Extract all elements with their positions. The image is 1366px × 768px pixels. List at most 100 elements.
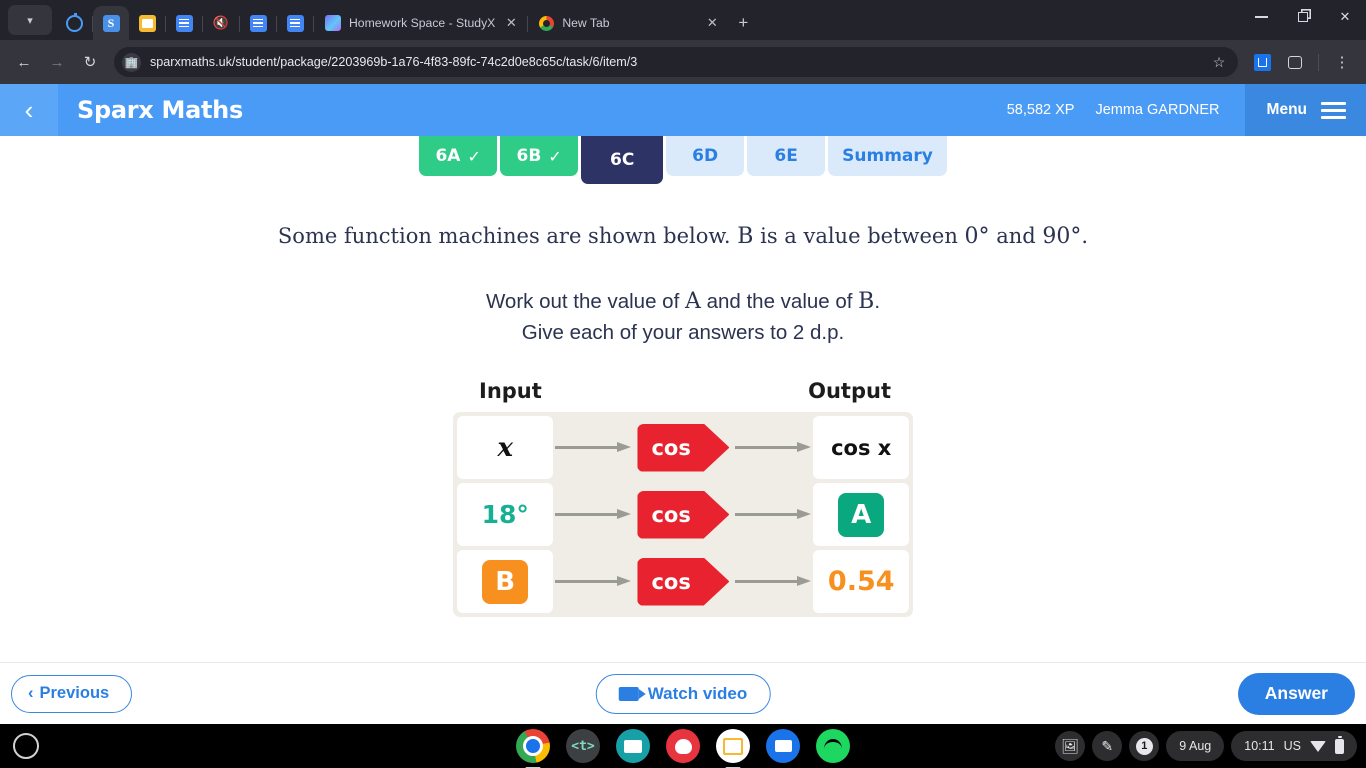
tab-6e[interactable]: 6E [747,136,826,176]
chevron-left-icon: ‹ [28,684,34,702]
previous-button[interactable]: ‹ Previous [11,674,133,713]
arrow-left-icon: ← [16,53,32,71]
bookmark-star-icon[interactable]: ☆ [1206,54,1232,71]
browser-tab-studyx[interactable]: Homework Space - StudyX ✕ [314,6,527,40]
app-paint[interactable] [666,729,700,763]
browser-tab-newtab[interactable]: New Tab ✕ [528,6,728,40]
output-chip-a: A [838,492,885,537]
tab-6a[interactable]: 6A ✓ [419,136,498,176]
close-icon[interactable]: ✕ [503,15,519,31]
browser-toolbar: ← → ↻ 🏢 sparxmaths.uk/student/package/22… [0,40,1366,84]
google-classroom-icon [138,14,156,32]
screen-capture-button[interactable]: 🖼 [1055,731,1086,761]
answer-button[interactable]: Answer [1237,672,1355,715]
status-area-button[interactable]: 10:11 US [1231,731,1357,761]
arrow-right-icon [555,509,632,520]
menu-label: Menu [1266,101,1307,118]
app-chrome[interactable] [516,729,550,768]
app-news[interactable] [616,729,650,763]
app-spotify[interactable] [816,729,850,763]
angle-ninety: 90° [1042,224,1082,249]
variable-b: B [737,224,754,249]
header-right: 58,582 XP Jemma GARDNER Menu [1007,84,1366,136]
pinned-tab-docs-2[interactable] [240,6,276,40]
tab-title: Homework Space - StudyX [349,16,496,30]
angle-zero: 0° [964,224,990,249]
menu-button[interactable]: Menu [1244,84,1366,136]
timer-icon [65,12,83,32]
close-icon[interactable]: ✕ [704,15,720,31]
forward-button[interactable]: → [42,47,72,77]
tab-title: New Tab [562,16,610,30]
minimize-icon [1254,16,1268,18]
back-button[interactable]: ‹ [0,84,58,136]
os-shelf: <t> 🖼 ✎ 1 9 Aug 10:11 US [0,724,1366,768]
watch-video-button[interactable]: Watch video [595,673,771,714]
pinned-tab-classroom[interactable] [129,6,165,40]
address-bar[interactable]: 🏢 sparxmaths.uk/student/package/2203969b… [114,47,1238,77]
calendar-date-button[interactable]: 9 Aug [1166,731,1225,761]
arrow-right-icon [555,442,632,453]
launcher-circle-icon[interactable] [13,733,39,759]
stylus-button[interactable]: ✎ [1092,731,1123,761]
output-value-cosx: cos x [831,435,892,460]
tab-search-button[interactable]: ▾ [8,5,52,35]
question-text: and [989,224,1043,248]
locale-label: US [1283,739,1301,753]
question-text: Work out the value of [485,290,685,313]
battery-icon [1335,735,1344,754]
tab-strip: ▾ S 🔇 Homework Space - StudyX ✕ New Tab … [0,0,1366,40]
question-line-2: Work out the value of A and the value of… [0,289,1366,314]
kebab-menu-icon: ⋮ [1334,54,1350,71]
spotify-icon [824,739,842,753]
video-camera-icon [618,686,646,701]
notifications-button[interactable]: 1 [1129,731,1160,761]
app-classroom[interactable] [716,729,750,768]
output-heading: Output [808,379,891,403]
variable-a: A [684,289,701,314]
diagram-body: x cos cos x 18° cos A B cos 0.54 [453,412,913,617]
machine-middle-3: cos [555,557,812,606]
minimize-button[interactable] [1240,0,1282,34]
question-text: Some function machines are shown below. [277,224,738,248]
arrow-right-icon: → [49,53,65,71]
reload-button[interactable]: ↻ [75,47,105,77]
tab-6b[interactable]: 6B ✓ [500,136,579,176]
window-controls: ✕ [1240,0,1366,40]
browser-menu-button[interactable]: ⋮ [1327,47,1357,77]
question-text: and the value of [700,290,859,313]
date-label: 9 Aug [1179,739,1212,753]
tab-6c[interactable]: 6C [581,136,664,184]
app-tutor[interactable]: <t> [566,729,600,763]
app-camera[interactable] [766,729,800,763]
output-cell-1: cos x [813,416,909,479]
question-text: is a value between [753,224,965,248]
back-button[interactable]: ← [9,47,39,77]
close-window-button[interactable]: ✕ [1324,0,1366,34]
user-name: Jemma GARDNER [1095,102,1220,118]
extension-button[interactable] [1247,47,1277,77]
tab-label: 6C [609,150,635,170]
extensions-puzzle-button[interactable] [1280,47,1310,77]
page-title: Sparx Maths [77,96,243,124]
screen-capture-icon: 🖼 [1061,737,1080,754]
maximize-icon [1298,12,1308,22]
tab-label: 6E [774,146,798,166]
maximize-button[interactable] [1282,0,1324,34]
question-footer: ‹ Previous Watch video Answer [0,662,1366,724]
question-line-3: Give each of your answers to 2 d.p. [521,321,845,344]
output-cell-3: 0.54 [813,550,909,613]
new-tab-button[interactable]: + [738,13,748,33]
tab-summary[interactable]: Summary [828,136,947,176]
toolbar-separator [1318,53,1319,71]
pinned-tab-sparx[interactable]: S [93,6,129,40]
pinned-tab-docs-1[interactable] [166,6,202,40]
pinned-tab-docs-3[interactable] [277,6,313,40]
pinned-tab-timer[interactable] [56,6,92,40]
tab-6d[interactable]: 6D [666,136,745,176]
diagram-headings: Input Output [453,379,913,412]
input-chip-b: B [482,559,529,604]
pinned-tab-muted[interactable]: 🔇 [203,6,239,40]
shelf-app-list: <t> [516,729,850,768]
answer-label: Answer [1264,683,1328,703]
